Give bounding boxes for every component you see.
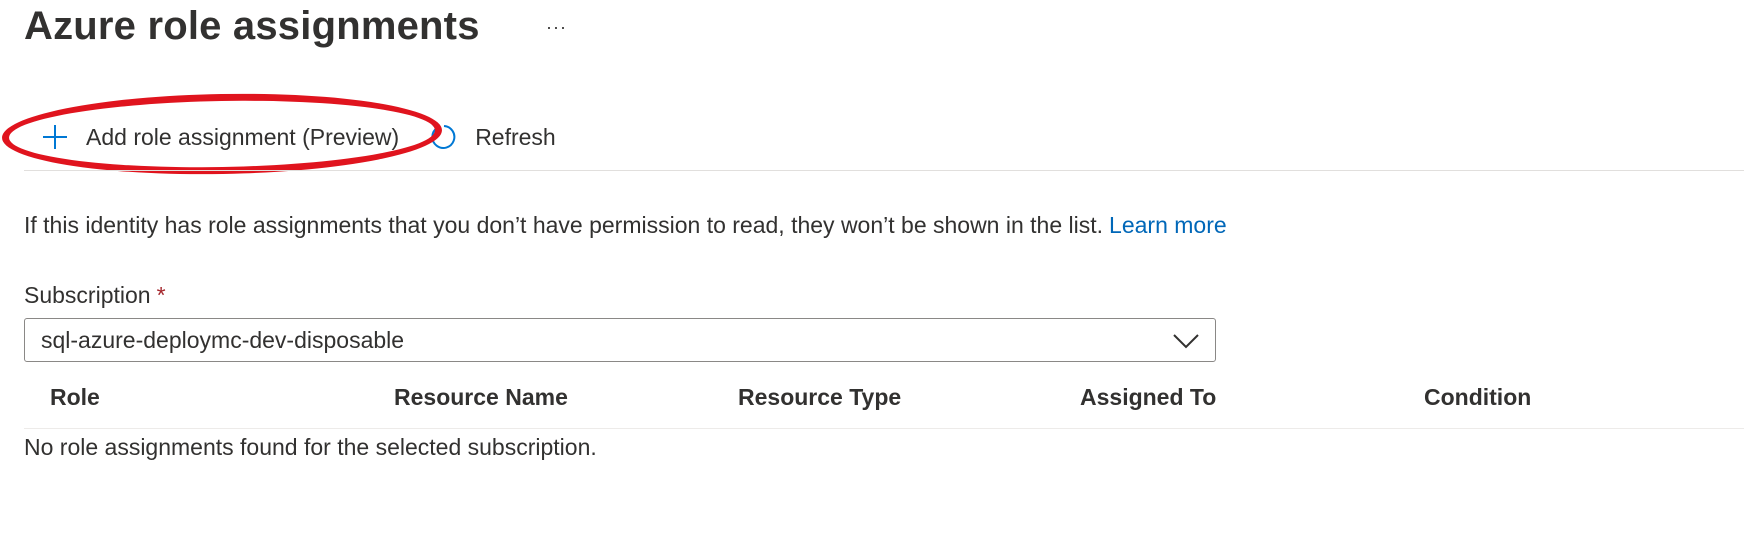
divider — [24, 170, 1744, 171]
subscription-value: sql-azure-deploymc-dev-disposable — [41, 326, 405, 353]
info-text: If this identity has role assignments th… — [24, 212, 1104, 238]
empty-table-message: No role assignments found for the select… — [24, 434, 597, 460]
column-header-assigned-to[interactable]: Assigned To — [1080, 384, 1216, 411]
column-header-role[interactable]: Role — [50, 384, 100, 411]
more-options-button[interactable]: ··· — [546, 16, 576, 38]
subscription-label-text: Subscription — [24, 282, 151, 308]
required-indicator: * — [156, 282, 166, 308]
add-role-assignment-label: Add role assignment (Preview) — [86, 123, 400, 150]
refresh-button[interactable]: Refresh — [427, 120, 556, 154]
add-role-assignment-button[interactable]: Add role assignment (Preview) — [38, 120, 399, 154]
column-header-resource-type[interactable]: Resource Type — [738, 384, 901, 411]
learn-more-link[interactable]: Learn more — [1109, 212, 1227, 238]
page-title: Azure role assignments — [24, 4, 480, 48]
subscription-dropdown[interactable]: sql-azure-deploymc-dev-disposable — [24, 318, 1216, 362]
command-bar: Add role assignment (Preview) Refresh — [24, 118, 556, 156]
table-header: Role Resource Name Resource Type Assigne… — [24, 378, 1744, 429]
info-message: If this identity has role assignments th… — [24, 212, 1227, 239]
chevron-down-icon — [1171, 327, 1201, 353]
plus-icon — [38, 120, 72, 154]
refresh-icon — [427, 120, 461, 154]
subscription-label: Subscription * — [24, 282, 166, 309]
column-header-condition[interactable]: Condition — [1424, 384, 1531, 411]
refresh-label: Refresh — [475, 123, 556, 150]
column-header-resource-name[interactable]: Resource Name — [394, 384, 568, 411]
